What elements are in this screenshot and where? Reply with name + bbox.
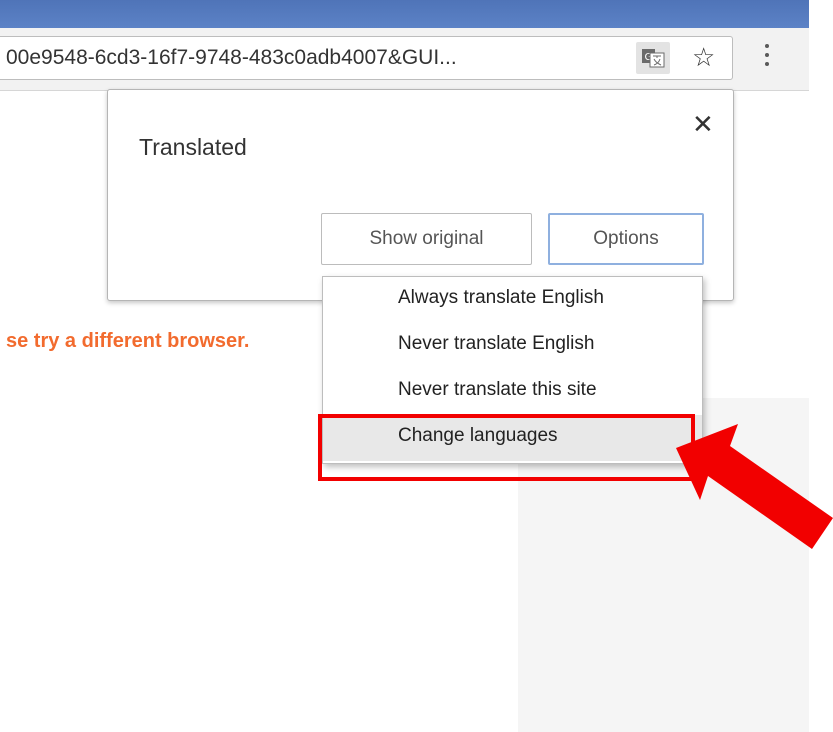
kebab-menu-icon[interactable] — [764, 44, 770, 70]
url-text[interactable]: 00e9548-6cd3-16f7-9748-483c0adb4007&GUI.… — [6, 37, 626, 79]
menu-item-label: Never translate English — [398, 333, 595, 354]
menu-item-never-translate-language[interactable]: Never translate English — [323, 323, 702, 369]
menu-item-never-translate-site[interactable]: Never translate this site — [323, 369, 702, 415]
menu-item-label: Never translate this site — [398, 379, 597, 400]
red-highlight-box — [318, 414, 695, 481]
star-icon[interactable]: ☆ — [692, 37, 715, 79]
browser-error-message: se try a different browser. — [6, 330, 250, 352]
options-button[interactable]: Options — [548, 213, 704, 265]
show-original-button[interactable]: Show original — [321, 213, 532, 265]
browser-toolbar: 00e9548-6cd3-16f7-9748-483c0adb4007&GUI.… — [0, 28, 809, 91]
bubble-title: Translated — [139, 134, 247, 160]
page-margin — [809, 0, 833, 732]
close-icon[interactable]: ✕ — [692, 110, 714, 140]
menu-dot — [765, 53, 769, 57]
window-title-bar — [0, 0, 809, 28]
red-arrow-icon — [676, 424, 833, 549]
translate-bubble: Translated ✕ Show original Options — [107, 89, 734, 301]
menu-dot — [765, 44, 769, 48]
menu-dot — [765, 62, 769, 66]
address-bar[interactable]: 00e9548-6cd3-16f7-9748-483c0adb4007&GUI.… — [0, 36, 733, 80]
translate-icon[interactable]: G — [636, 42, 670, 74]
menu-item-label: Always translate English — [398, 287, 604, 308]
menu-item-always-translate[interactable]: Always translate English — [323, 277, 702, 323]
